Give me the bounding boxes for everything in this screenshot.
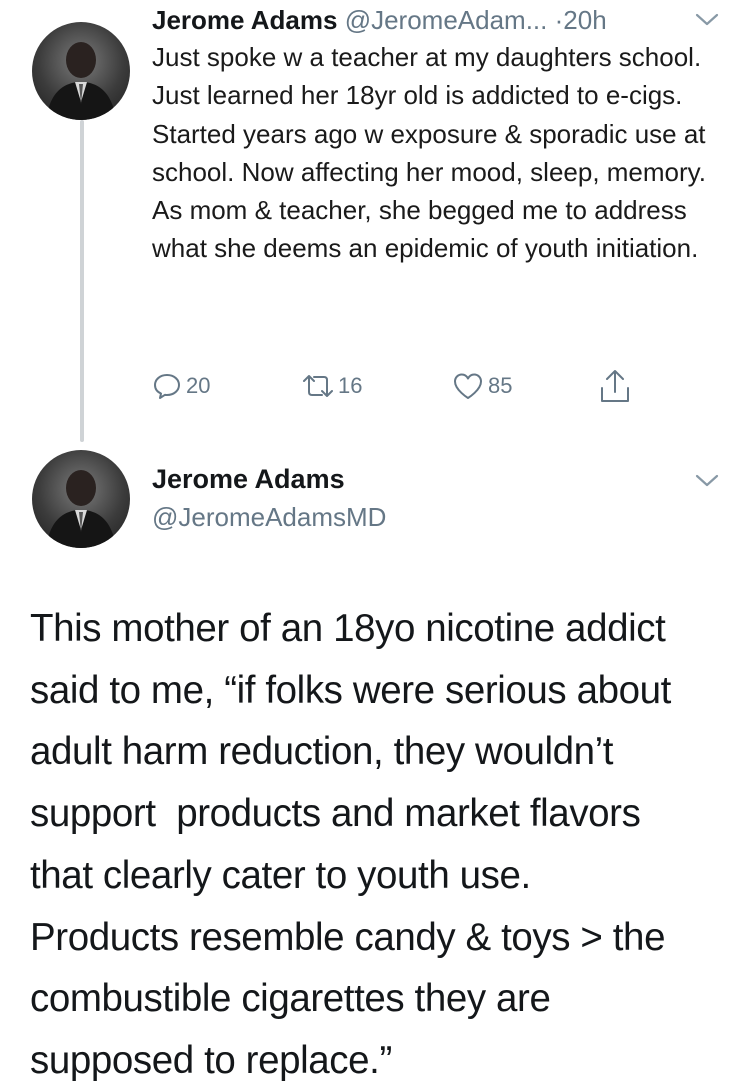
like-count: 85 (488, 373, 513, 398)
tweet-text: This mother of an 18yo nicotine addict s… (30, 598, 730, 1092)
tweet-text: Just spoke w a teacher at my daughters s… (152, 42, 706, 264)
retweet-count: 16 (338, 373, 363, 398)
author-handle[interactable]: @JeromeAdam... (345, 5, 548, 35)
author-name[interactable]: Jerome Adams (152, 5, 337, 35)
like-icon (452, 371, 484, 401)
like-button[interactable]: 85 (452, 368, 512, 404)
reply-icon (152, 371, 182, 401)
tweet-text-line: supposed to replace.” (30, 1038, 392, 1082)
author-name[interactable]: Jerome Adams (152, 462, 345, 496)
tweet-time[interactable]: 20h (563, 5, 606, 35)
chevron-down-icon[interactable] (694, 473, 720, 489)
tweet-text-line: support products and market flavors (30, 792, 641, 836)
tweet-text-line: This mother of an 18yo nicotine addict (30, 607, 666, 650)
tweet-header: Jerome Adams @JeromeAdam... ·20h (152, 2, 607, 38)
retweet-icon (298, 371, 338, 401)
reply-button[interactable]: 20 (152, 368, 210, 404)
time-separator: · (554, 5, 564, 35)
avatar[interactable] (32, 450, 130, 548)
tweet-actions: 20 16 85 (152, 368, 652, 404)
share-icon (598, 368, 632, 404)
tweet-text-line: that clearly cater to youth use. (30, 853, 531, 897)
author-handle[interactable]: @JeromeAdamsMD (152, 500, 386, 534)
chevron-down-icon[interactable] (694, 12, 720, 28)
thread-connector (80, 120, 84, 442)
tweet-text-line: said to me, “if folks were serious about (30, 668, 671, 712)
avatar[interactable] (32, 22, 130, 120)
tweet-text-line: Products resemble candy & toys > the (30, 915, 666, 959)
tweet-text-line: adult harm reduction, they wouldn’t (30, 730, 614, 774)
reply-count: 20 (186, 373, 211, 398)
tweet-text-line: combustible cigarettes they are (30, 977, 551, 1021)
share-button[interactable] (598, 368, 632, 404)
retweet-button[interactable]: 16 (298, 368, 362, 404)
